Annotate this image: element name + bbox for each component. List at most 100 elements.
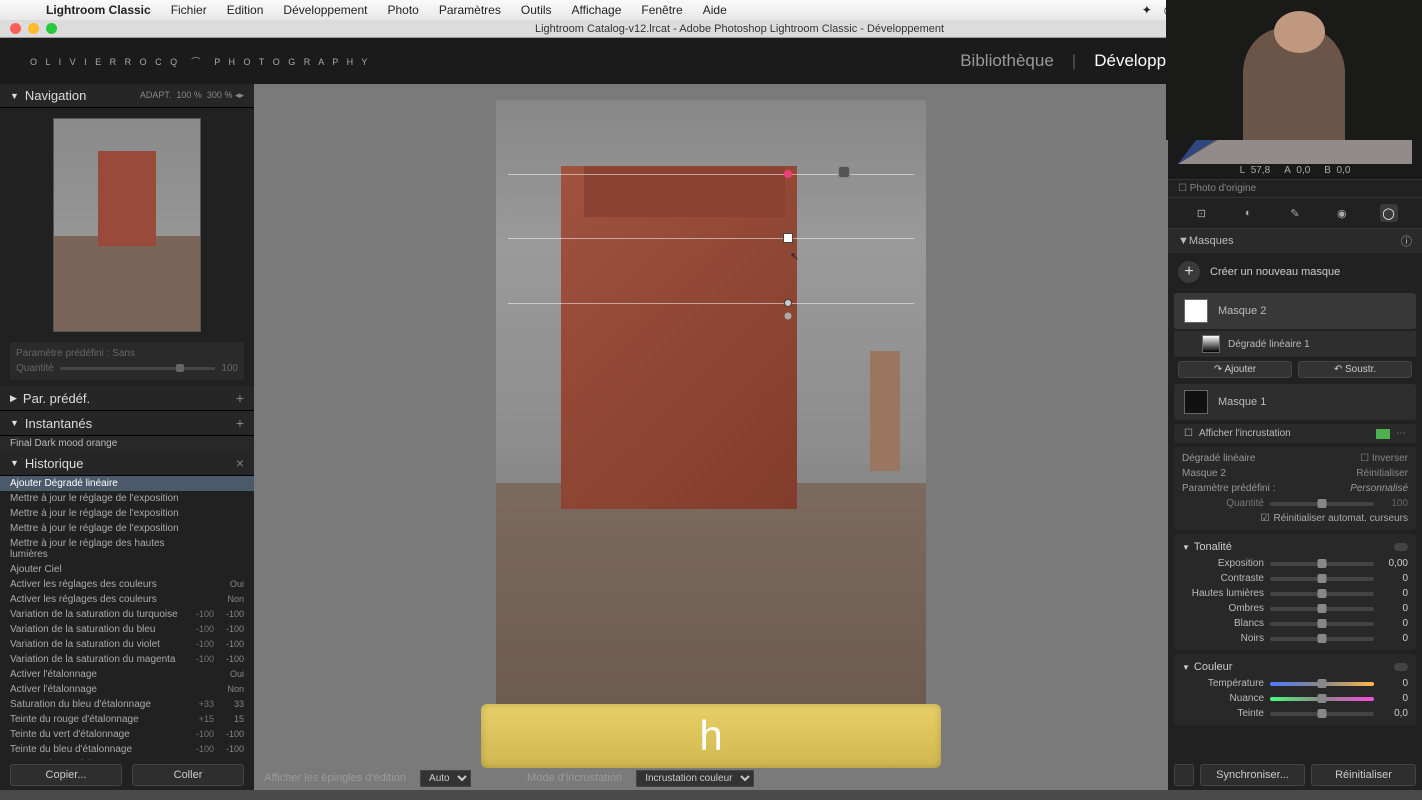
- gradient-center-line[interactable]: [508, 238, 914, 239]
- slider[interactable]: [1270, 637, 1374, 641]
- sync-button[interactable]: Synchroniser...: [1200, 764, 1305, 786]
- preset-value[interactable]: Personnalisé: [1350, 483, 1408, 494]
- close-button[interactable]: [10, 23, 21, 34]
- maximize-button[interactable]: [46, 23, 57, 34]
- mask-subtract-button[interactable]: ↶ Soustr.: [1298, 361, 1412, 378]
- menu-developpement[interactable]: Développement: [273, 3, 377, 17]
- preset-preview-box: Paramètre prédéfini : Sans Quantité 100: [10, 342, 244, 380]
- masking-tool-icon[interactable]: ◯: [1380, 204, 1398, 222]
- disclosure-icon: ▼: [10, 418, 19, 428]
- slider-row: Ombres0: [1182, 601, 1408, 616]
- history-item[interactable]: Variation de la saturation du bleu-100-1…: [0, 622, 254, 637]
- menu-edition[interactable]: Edition: [217, 3, 274, 17]
- slider[interactable]: [1270, 682, 1374, 686]
- heal-tool-icon[interactable]: ◐: [1239, 204, 1257, 222]
- menu-parametres[interactable]: Paramètres: [429, 3, 511, 17]
- history-item[interactable]: Activer les réglages des couleursOui: [0, 577, 254, 592]
- menu-affichage[interactable]: Affichage: [562, 3, 632, 17]
- photo-canvas[interactable]: [496, 100, 926, 760]
- auto-reset-checkbox[interactable]: ☑ Réinitialiser automat. curseurs: [1182, 511, 1408, 526]
- history-item[interactable]: Activer les réglages des couleursNon: [0, 592, 254, 607]
- mask-component-gradient[interactable]: Dégradé linéaire 1: [1174, 331, 1416, 357]
- gradient-handle-top[interactable]: [784, 170, 792, 178]
- gradient-edge-bottom[interactable]: [508, 303, 914, 304]
- add-snapshot-icon[interactable]: +: [236, 415, 244, 431]
- redeye-tool-icon[interactable]: ✎: [1286, 204, 1304, 222]
- status-icon[interactable]: ✦: [1142, 3, 1152, 18]
- menu-aide[interactable]: Aide: [693, 3, 737, 17]
- slider-row: Hautes lumières0: [1182, 586, 1408, 601]
- menu-fichier[interactable]: Fichier: [161, 3, 217, 17]
- sync-toggle[interactable]: [1174, 764, 1194, 786]
- history-item[interactable]: Saturation du bleu d'étalonnage+3333: [0, 697, 254, 712]
- menu-outils[interactable]: Outils: [511, 3, 562, 17]
- add-preset-icon[interactable]: +: [236, 390, 244, 406]
- menu-fenetre[interactable]: Fenêtre: [631, 3, 692, 17]
- quantity-slider[interactable]: [1270, 502, 1374, 506]
- crop-tool-icon[interactable]: ⊡: [1192, 204, 1210, 222]
- traffic-lights: [0, 23, 57, 34]
- invert-toggle[interactable]: ☐ Inverser: [1360, 453, 1408, 464]
- history-item[interactable]: Teinte du vert d'étalonnage-100-100: [0, 727, 254, 742]
- slider[interactable]: [1270, 607, 1374, 611]
- history-item[interactable]: Ajouter Ciel: [0, 562, 254, 577]
- slider[interactable]: [1270, 697, 1374, 701]
- overlay-mode-select[interactable]: Incrustation couleur: [636, 770, 754, 787]
- paste-button[interactable]: Coller: [132, 764, 244, 786]
- history-item[interactable]: Variation de la saturation du violet-100…: [0, 637, 254, 652]
- mask-add-button[interactable]: ↷ Ajouter: [1178, 361, 1292, 378]
- gradient-edge-top[interactable]: [508, 174, 914, 175]
- history-item[interactable]: Mettre à jour le réglage des hautes lumi…: [0, 536, 254, 562]
- history-item[interactable]: Ajouter Dégradé linéaire: [0, 476, 254, 491]
- minimize-button[interactable]: [28, 23, 39, 34]
- couleur-header[interactable]: ▼Couleur: [1182, 658, 1408, 676]
- overlay-menu-icon[interactable]: ⋯: [1396, 428, 1406, 439]
- original-photo-toggle[interactable]: ☐ Photo d'origine: [1168, 180, 1422, 198]
- history-item[interactable]: Activer l'étalonnageNon: [0, 682, 254, 697]
- history-item[interactable]: Mettre à jour le réglage de l'exposition: [0, 506, 254, 521]
- pins-select[interactable]: Auto: [420, 770, 471, 787]
- history-item[interactable]: Teinte du rouge d'étalonnage+1515: [0, 712, 254, 727]
- overlay-toggle-row[interactable]: ☐Afficher l'incrustation ⋯: [1174, 424, 1416, 443]
- snapshot-item[interactable]: Final Dark mood orange: [0, 436, 254, 451]
- module-bibliotheque[interactable]: Bibliothèque: [960, 51, 1054, 71]
- masks-panel-header[interactable]: ▼ Masquesⓘ: [1168, 229, 1422, 253]
- app-name[interactable]: Lightroom Classic: [36, 3, 161, 17]
- reset-mask-link[interactable]: Réinitialiser: [1356, 468, 1408, 479]
- reset-button[interactable]: Réinitialiser: [1311, 764, 1416, 786]
- section-toggle[interactable]: [1394, 663, 1408, 671]
- menu-photo[interactable]: Photo: [377, 3, 428, 17]
- keycast-overlay: h: [481, 704, 941, 768]
- mask-pin-inactive[interactable]: [838, 166, 850, 178]
- overlay-color-swatch[interactable]: [1376, 429, 1390, 439]
- gradient-center-pin[interactable]: [783, 233, 793, 243]
- image-viewport[interactable]: ↖ h Afficher les épingles d'édition : Au…: [254, 84, 1168, 790]
- history-item[interactable]: Mettre à jour le réglage de l'exposition: [0, 521, 254, 536]
- slider[interactable]: [1270, 577, 1374, 581]
- history-panel-header[interactable]: ▼ Historique ×: [0, 451, 254, 476]
- create-mask-button[interactable]: + Créer un nouveau masque: [1168, 253, 1422, 291]
- mask-item-2[interactable]: Masque 2: [1174, 293, 1416, 329]
- navigator-thumbnail[interactable]: [53, 118, 201, 332]
- gradient-rotate-handle[interactable]: [785, 313, 792, 320]
- quantity-slider[interactable]: [60, 367, 216, 370]
- gradient-handle-bottom[interactable]: [784, 299, 792, 307]
- navigation-panel-header[interactable]: ▼ Navigation ADAPT. 100 % 300 % ◂▸: [0, 84, 254, 108]
- history-item[interactable]: Variation de la saturation du magenta-10…: [0, 652, 254, 667]
- mask-item-1[interactable]: Masque 1: [1174, 384, 1416, 420]
- slider[interactable]: [1270, 592, 1374, 596]
- copy-button[interactable]: Copier...: [10, 764, 122, 786]
- slider[interactable]: [1270, 622, 1374, 626]
- tonalite-header[interactable]: ▼Tonalité: [1182, 538, 1408, 556]
- redeye-icon[interactable]: ◉: [1333, 204, 1351, 222]
- snapshots-panel-header[interactable]: ▼ Instantanés +: [0, 411, 254, 436]
- slider[interactable]: [1270, 712, 1374, 716]
- history-item[interactable]: Activer l'étalonnageOui: [0, 667, 254, 682]
- presets-panel-header[interactable]: ▶ Par. prédéf. +: [0, 386, 254, 411]
- history-item[interactable]: Teinte du bleu d'étalonnage-100-100: [0, 742, 254, 757]
- section-toggle[interactable]: [1394, 543, 1408, 551]
- history-item[interactable]: Variation de la saturation du turquoise-…: [0, 607, 254, 622]
- history-item[interactable]: Mettre à jour le réglage de l'exposition: [0, 491, 254, 506]
- slider[interactable]: [1270, 562, 1374, 566]
- clear-history-icon[interactable]: ×: [236, 455, 244, 471]
